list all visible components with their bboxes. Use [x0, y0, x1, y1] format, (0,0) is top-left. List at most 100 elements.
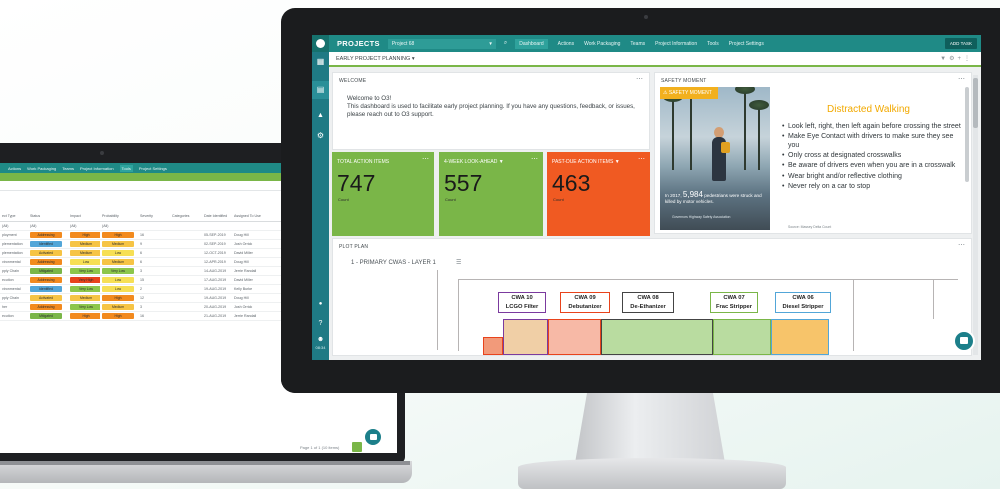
- add-task-button[interactable]: ADD TASK: [944, 38, 977, 49]
- table-cell: 16: [140, 233, 144, 237]
- status-pill: Medium: [70, 241, 100, 247]
- grid-icon[interactable]: ▦: [316, 58, 325, 66]
- nav-actions[interactable]: Actions: [558, 41, 574, 47]
- clipboard-icon[interactable]: ▤: [316, 86, 325, 94]
- cwa-zone[interactable]: [503, 319, 548, 355]
- cwa-label[interactable]: CWA 09 Debutanizer: [560, 292, 610, 313]
- table-cell: 3: [140, 305, 142, 309]
- kpi-menu-icon[interactable]: ⋯: [422, 155, 429, 163]
- more-icon[interactable]: ⋮: [964, 56, 973, 62]
- kpi-label: TOTAL ACTION ITEMS: [337, 159, 390, 165]
- cwa-label[interactable]: CWA 06 Diesel Stripper: [775, 292, 831, 313]
- table-header-cell[interactable]: Categories: [170, 214, 202, 218]
- table-cell: Medium: [68, 241, 100, 247]
- safety-moment-card: SAFETY MOMENT ⋯ ⚠ SAFETY MOMENT In 2017,…: [654, 72, 972, 234]
- table-cell: Doug Hill: [234, 233, 249, 237]
- app-logo-icon[interactable]: [312, 35, 329, 52]
- laptop-chat-button[interactable]: [363, 427, 383, 447]
- laptop-nav-teams[interactable]: Teams: [62, 166, 74, 171]
- table-cell: Activated: [28, 295, 68, 301]
- laptop-nav-work-packaging[interactable]: Work Packaging: [27, 166, 56, 171]
- layers-icon[interactable]: ☰: [456, 259, 461, 266]
- laptop-nav-tools[interactable]: Tools: [119, 164, 133, 172]
- table-cell: Identified: [28, 286, 68, 292]
- cwa-zone[interactable]: [713, 319, 771, 355]
- table-header-cell[interactable]: Probability: [100, 214, 138, 218]
- table-header-cell[interactable]: Severity: [138, 214, 170, 218]
- filter-icon[interactable]: ▼: [499, 159, 504, 165]
- table-filter-cell[interactable]: (All): [28, 224, 68, 228]
- cwa-label[interactable]: CWA 08 De-Ethanizer: [622, 292, 674, 313]
- monitor-stand-foot: [518, 458, 786, 489]
- kpi-4-week-look-ahead[interactable]: 4-WEEK LOOK-AHEAD ▼ ⋯ 557 Count: [439, 152, 543, 236]
- filter-icon[interactable]: ▼: [615, 159, 620, 165]
- table-cell: Mitigated: [28, 268, 68, 274]
- dashboard-title[interactable]: EARLY PROJECT PLANNING ▾: [336, 56, 415, 62]
- table-cell: Jerrie Randall: [234, 314, 257, 318]
- table-cell: Very Low: [68, 304, 100, 310]
- nav-dashboard[interactable]: Dashboard: [515, 38, 548, 49]
- kpi-menu-icon[interactable]: ⋯: [531, 155, 538, 163]
- nav-teams[interactable]: Teams: [630, 41, 645, 47]
- cwa-zone[interactable]: [771, 319, 829, 355]
- table-cell: plementation: [2, 251, 23, 255]
- user-icon[interactable]: ☻: [316, 336, 325, 344]
- help-icon[interactable]: ?: [316, 320, 325, 328]
- monitor-screen: PROJECTS Project 68 ▼ ⌕ Dashboard Action…: [312, 35, 981, 360]
- table-cell: David Miller: [234, 278, 253, 282]
- table-filter-cell[interactable]: (All): [100, 224, 138, 228]
- cwa-label[interactable]: CWA 10 LCGO Filter: [498, 292, 546, 313]
- table-header-cell[interactable]: Date Identified: [202, 214, 232, 218]
- search-icon[interactable]: ⌕: [504, 40, 507, 47]
- status-pill: Low: [102, 286, 134, 292]
- project-select[interactable]: Project 68 ▼: [387, 38, 496, 49]
- welcome-menu-icon[interactable]: ⋯: [636, 75, 643, 83]
- safety-tip: Make Eye Contact with drivers to make su…: [782, 133, 964, 150]
- graduation-cap-icon[interactable]: ▲: [316, 112, 325, 120]
- nav-project-settings[interactable]: Project Settings: [729, 41, 764, 47]
- laptop-nav-project-information[interactable]: Project Information: [80, 166, 114, 171]
- chat-button[interactable]: [953, 330, 975, 352]
- table-cell: 6: [140, 251, 142, 255]
- laptop-pager-button[interactable]: [352, 442, 362, 452]
- cwa-zone[interactable]: [483, 337, 503, 355]
- cwa-zone[interactable]: [601, 319, 713, 355]
- safety-menu-icon[interactable]: ⋯: [958, 75, 965, 83]
- table-cell: 14-AUG-2019: [204, 269, 227, 273]
- table-filter-cell[interactable]: (All): [0, 224, 28, 228]
- table-cell: 17-AUG-2019: [204, 278, 227, 282]
- laptop-nav-actions[interactable]: Actions: [8, 166, 21, 171]
- page-scrollbar-thumb[interactable]: [973, 78, 978, 128]
- filter-icon[interactable]: ▼: [940, 56, 949, 62]
- notification-icon[interactable]: ●: [316, 300, 325, 308]
- cwa-code: CWA 10: [511, 295, 533, 301]
- safety-scrollbar[interactable]: [965, 87, 969, 182]
- cwa-zone[interactable]: [548, 319, 601, 355]
- kpi-total-action-items[interactable]: TOTAL ACTION ITEMS ⋯ 747 Count: [332, 152, 434, 236]
- plot-menu-icon[interactable]: ⋯: [958, 241, 965, 249]
- table-filter-cell[interactable]: (All): [68, 224, 100, 228]
- table-header-cell[interactable]: Assigned To Use: [232, 214, 268, 218]
- safety-tip: Never rely on a car to stop: [782, 183, 964, 192]
- nav-tools[interactable]: Tools: [707, 41, 719, 47]
- table-cell: pply Chain: [2, 296, 19, 300]
- nav-project-information[interactable]: Project Information: [655, 41, 697, 47]
- table-header-cell[interactable]: Impact: [68, 214, 100, 218]
- welcome-card-title: WELCOME: [339, 78, 367, 84]
- cwa-label[interactable]: CWA 07 Frac Stripper: [710, 292, 758, 313]
- table-header-cell[interactable]: Status: [28, 214, 68, 218]
- laptop-nav-project-settings[interactable]: Project Settings: [139, 166, 167, 171]
- table-cell: pply Chain: [2, 269, 19, 273]
- kpi-menu-icon[interactable]: ⋯: [638, 155, 645, 163]
- status-pill: Mitigated: [30, 268, 62, 274]
- cwa-code: CWA 08: [637, 295, 659, 301]
- gear-icon[interactable]: ⚙: [316, 132, 325, 140]
- kpi-past-due-action-items[interactable]: PAST-DUE ACTION ITEMS ▼ ⋯ 463 Count: [547, 152, 650, 236]
- nav-work-packaging[interactable]: Work Packaging: [584, 41, 620, 47]
- plot-plan-card: PLOT PLAN ⋯ 1 - PRIMARY CWAS - LAYER 1 ☰…: [332, 238, 972, 356]
- plant-outline: [458, 279, 459, 351]
- table-header-cell[interactable]: ect Type: [0, 214, 28, 218]
- safety-caption: Governors Highway Safety Association: [672, 215, 731, 219]
- laptop-camera: [100, 151, 104, 155]
- table-cell: 16: [140, 314, 144, 318]
